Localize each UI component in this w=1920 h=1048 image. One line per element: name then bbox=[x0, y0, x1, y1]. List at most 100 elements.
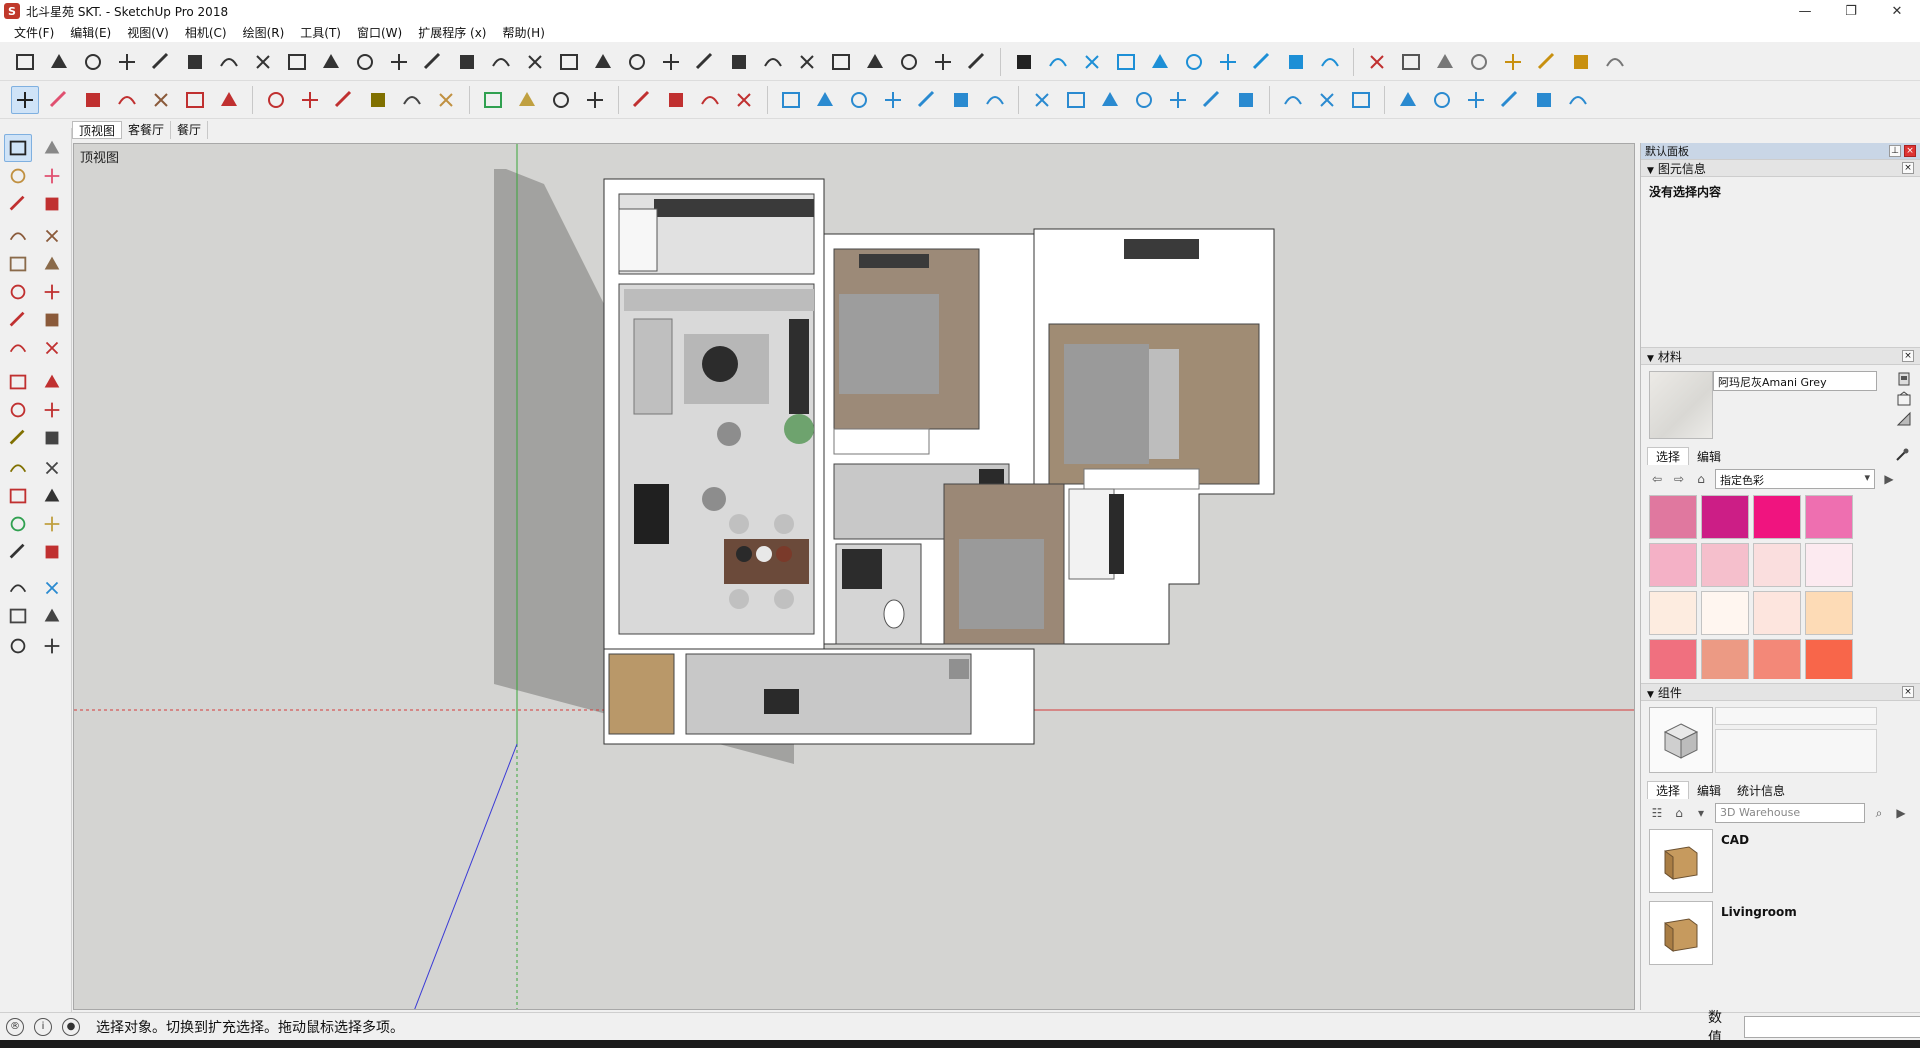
flip-icon[interactable] bbox=[1465, 48, 1493, 76]
distribute-icon[interactable] bbox=[181, 48, 209, 76]
house-icon[interactable] bbox=[1394, 86, 1422, 114]
iso-view-icon[interactable] bbox=[777, 86, 805, 114]
color-swatch[interactable] bbox=[1649, 495, 1697, 539]
walk-icon[interactable] bbox=[4, 632, 32, 660]
color-swatch[interactable] bbox=[1753, 591, 1801, 635]
rotate-icon[interactable] bbox=[317, 48, 345, 76]
vray-icon[interactable] bbox=[1010, 48, 1038, 76]
pie-tool-icon[interactable] bbox=[38, 306, 66, 334]
folder-icon[interactable] bbox=[1428, 86, 1456, 114]
components-close-icon[interactable]: × bbox=[1902, 686, 1914, 698]
paint-bucket-icon[interactable] bbox=[432, 86, 460, 114]
minimize-button[interactable]: — bbox=[1782, 0, 1828, 22]
materials-header[interactable]: ▼ 材料 × bbox=[1641, 347, 1920, 365]
materials-close-icon[interactable]: × bbox=[1902, 350, 1914, 362]
profile-icon[interactable] bbox=[589, 48, 617, 76]
warehouse-icon[interactable] bbox=[628, 86, 656, 114]
layer-icon[interactable] bbox=[521, 48, 549, 76]
menu-file[interactable]: 文件(F) bbox=[6, 24, 62, 41]
slab-icon[interactable] bbox=[1180, 48, 1208, 76]
section-cut-icon[interactable] bbox=[1313, 86, 1341, 114]
home-icon[interactable]: ⌂ bbox=[1671, 805, 1687, 821]
bar-chart-icon[interactable] bbox=[113, 48, 141, 76]
zoom-extents-icon[interactable] bbox=[581, 86, 609, 114]
rotate-tool-icon[interactable] bbox=[4, 368, 32, 396]
pin-icon[interactable]: ⊥ bbox=[1889, 145, 1901, 157]
scale-tool-icon[interactable] bbox=[4, 396, 32, 424]
eraser-tool-icon[interactable] bbox=[38, 162, 66, 190]
sweep-icon[interactable] bbox=[929, 48, 957, 76]
color-swatch[interactable] bbox=[1701, 591, 1749, 635]
push-pull-icon[interactable] bbox=[181, 86, 209, 114]
stair-tool-icon[interactable] bbox=[11, 48, 39, 76]
push-icon[interactable] bbox=[419, 48, 447, 76]
tab-components-select[interactable]: 选择 bbox=[1647, 781, 1690, 799]
paint-bucket-icon[interactable] bbox=[4, 162, 32, 190]
menu-view[interactable]: 视图(V) bbox=[119, 24, 177, 41]
texture-icon[interactable] bbox=[1567, 48, 1595, 76]
three-point-arc-icon[interactable] bbox=[4, 306, 32, 334]
color-swatch[interactable] bbox=[1805, 543, 1853, 587]
color-swatch[interactable] bbox=[1649, 591, 1697, 635]
menu-extensions[interactable]: 扩展程序 (x) bbox=[410, 24, 494, 41]
warehouse-search-input[interactable]: 3D Warehouse bbox=[1715, 803, 1865, 823]
pan-icon[interactable] bbox=[513, 86, 541, 114]
join-icon[interactable] bbox=[215, 48, 243, 76]
front-view-icon[interactable] bbox=[845, 86, 873, 114]
menu-window[interactable]: 窗口(W) bbox=[349, 24, 410, 41]
wireframe-icon[interactable] bbox=[1096, 86, 1124, 114]
rectangle-tool-icon[interactable] bbox=[147, 86, 175, 114]
scale-tool-icon[interactable] bbox=[330, 86, 358, 114]
tab-dining[interactable]: 餐厅 bbox=[171, 121, 209, 139]
fence-icon[interactable] bbox=[725, 48, 753, 76]
list-item[interactable]: CAD bbox=[1649, 829, 1912, 901]
section-plane-icon[interactable] bbox=[38, 632, 66, 660]
weld-icon[interactable] bbox=[351, 48, 379, 76]
color-swatch[interactable] bbox=[1753, 495, 1801, 539]
rotate-tool-icon[interactable] bbox=[296, 86, 324, 114]
arc-icon[interactable] bbox=[283, 48, 311, 76]
orbit-icon[interactable] bbox=[4, 510, 32, 538]
menu-edit[interactable]: 编辑(E) bbox=[62, 24, 119, 41]
split-icon[interactable] bbox=[249, 48, 277, 76]
freehand-tool-icon[interactable] bbox=[38, 190, 66, 218]
follow-me-icon[interactable] bbox=[38, 368, 66, 396]
menu-help[interactable]: 帮助(H) bbox=[494, 24, 552, 41]
layout-icon[interactable] bbox=[696, 86, 724, 114]
export-icon[interactable] bbox=[1564, 86, 1592, 114]
forward-arrow-icon[interactable]: ⇨ bbox=[1671, 471, 1687, 487]
restore-button[interactable]: ❐ bbox=[1828, 0, 1874, 22]
color-swatch[interactable] bbox=[1649, 639, 1697, 679]
fillet-icon[interactable] bbox=[1316, 48, 1344, 76]
extend-icon[interactable] bbox=[1363, 48, 1391, 76]
circle-tool-icon[interactable] bbox=[4, 250, 32, 278]
protractor-icon[interactable] bbox=[4, 454, 32, 482]
color-swatch[interactable] bbox=[1649, 543, 1697, 587]
credits-icon[interactable]: i bbox=[34, 1017, 52, 1036]
measurements-input[interactable] bbox=[1744, 1016, 1920, 1038]
hidden-line-icon[interactable] bbox=[1130, 86, 1158, 114]
text-tool-icon[interactable] bbox=[38, 454, 66, 482]
cut-icon[interactable] bbox=[1248, 48, 1276, 76]
zoom-icon[interactable] bbox=[4, 538, 32, 566]
render-icon[interactable] bbox=[963, 48, 991, 76]
menu-tools[interactable]: 工具(T) bbox=[292, 24, 349, 41]
calculator-icon[interactable] bbox=[1530, 86, 1558, 114]
color-swatch[interactable] bbox=[1805, 591, 1853, 635]
dropdown-caret-icon[interactable]: ▾ bbox=[1693, 805, 1709, 821]
beam-icon[interactable] bbox=[1146, 48, 1174, 76]
tab-materials-select[interactable]: 选择 bbox=[1647, 447, 1690, 465]
pull-icon[interactable] bbox=[453, 48, 481, 76]
tape-measure-icon[interactable] bbox=[4, 424, 32, 452]
search-icon[interactable]: ⌕ bbox=[1871, 805, 1887, 821]
pipe-icon[interactable] bbox=[1397, 48, 1425, 76]
scale-icon[interactable] bbox=[1431, 48, 1459, 76]
eraser-tool-icon[interactable] bbox=[45, 86, 73, 114]
pencil-tool-icon[interactable] bbox=[79, 86, 107, 114]
home-icon[interactable]: ⌂ bbox=[1693, 471, 1709, 487]
floor-plan-model[interactable] bbox=[74, 144, 1635, 1010]
rail-icon[interactable] bbox=[759, 48, 787, 76]
polygon-tool-icon[interactable] bbox=[38, 250, 66, 278]
details-arrow-icon[interactable]: ▶ bbox=[1893, 805, 1909, 821]
spiral-icon[interactable] bbox=[657, 48, 685, 76]
